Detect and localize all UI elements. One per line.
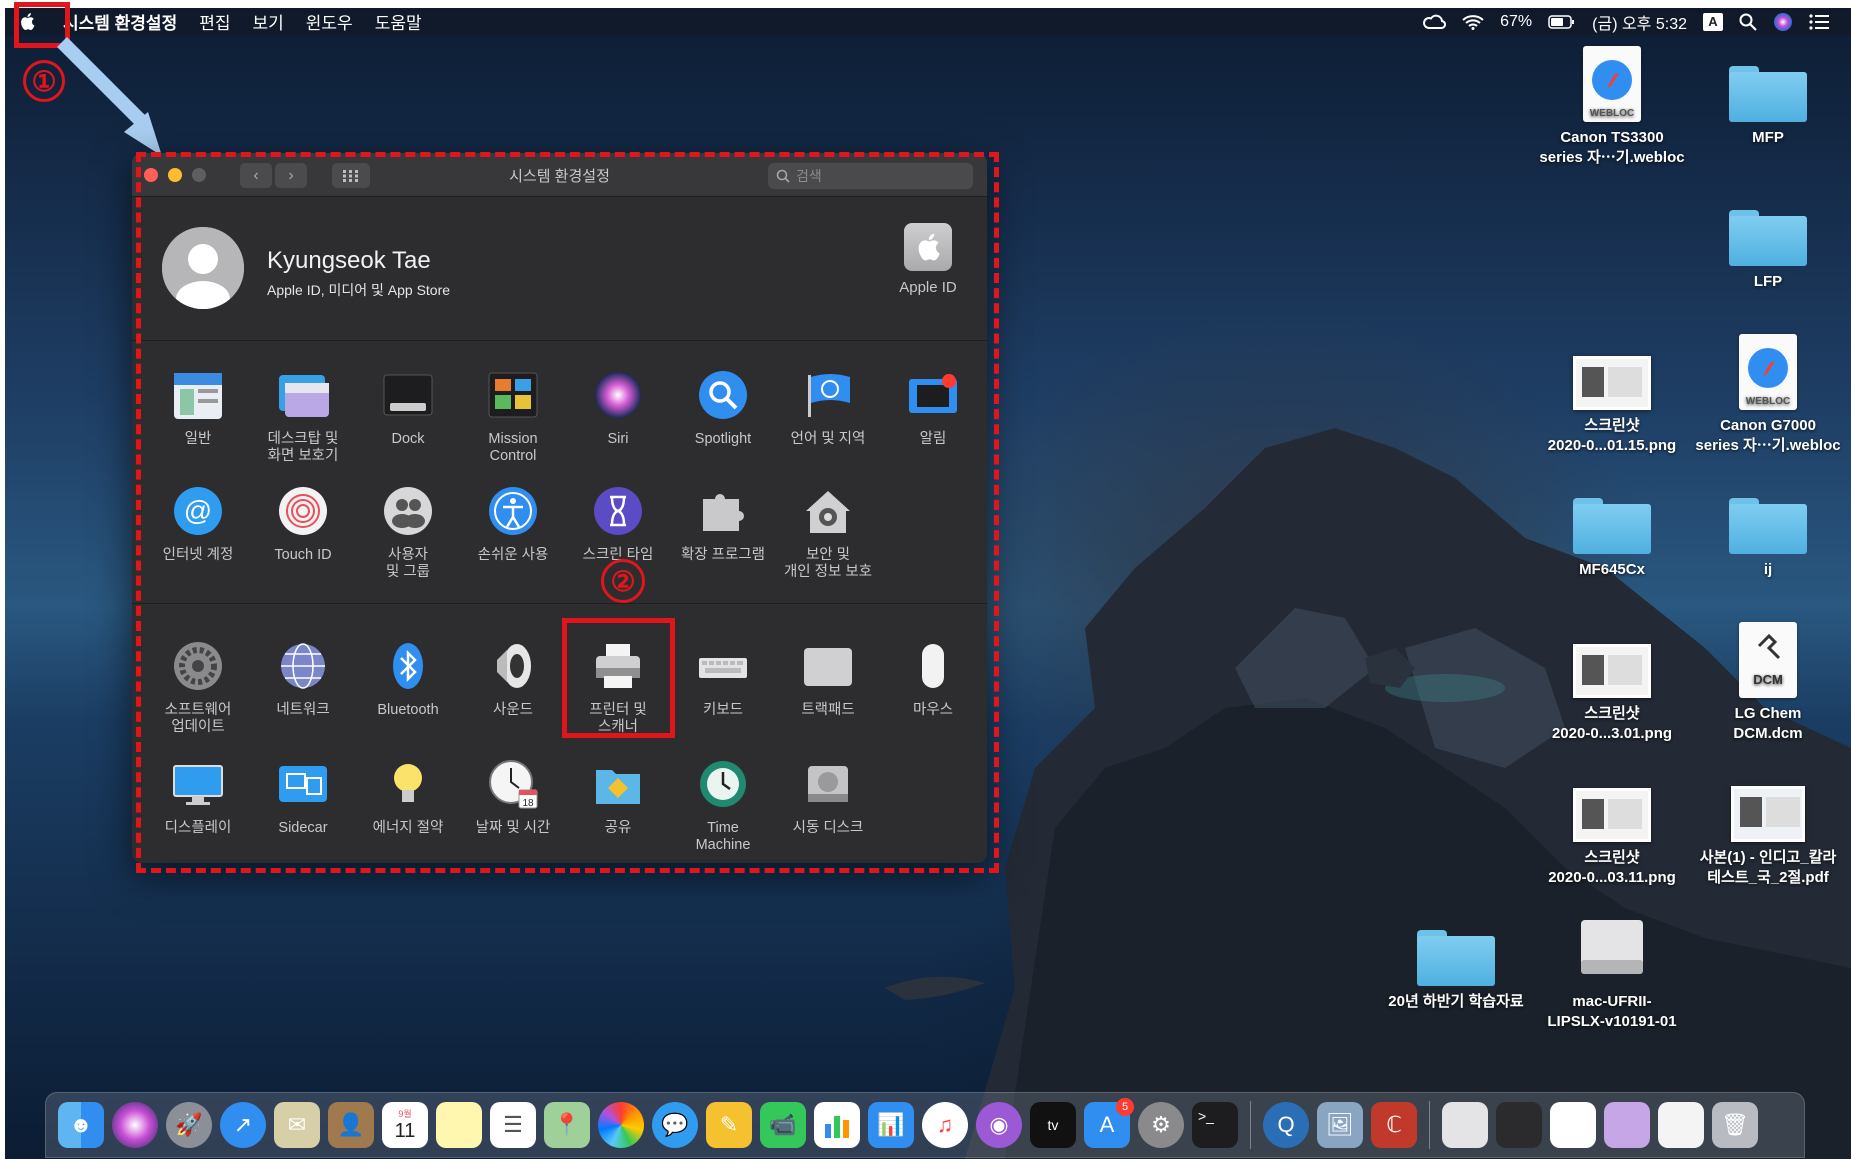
quicktime-icon[interactable]: Q: [1263, 1102, 1309, 1148]
desktop-file-lg-chem-dcm[interactable]: DCM LG Chem DCM.dcm: [1688, 616, 1848, 744]
menu-edit[interactable]: 편집: [199, 9, 230, 34]
messages-icon[interactable]: 💬: [652, 1102, 698, 1148]
desktop-screenshot-2[interactable]: 스크린샷 2020-0...3.01.png: [1532, 616, 1692, 744]
desktop-folder-ij[interactable]: ij: [1688, 472, 1848, 580]
downloads-stack-icon[interactable]: [1442, 1102, 1488, 1148]
desktop-screenshot-1[interactable]: 스크린샷 2020-0...01.15.png: [1532, 328, 1692, 456]
desktop-disk-image-ufrii[interactable]: mac-UFRII- LIPSLX-v10191-01: [1532, 904, 1692, 1032]
numbers-chart-icon[interactable]: [814, 1102, 860, 1148]
menu-help[interactable]: 도움말: [375, 9, 422, 34]
notes-icon[interactable]: [436, 1102, 482, 1148]
preview-icon[interactable]: 🖼: [1317, 1102, 1363, 1148]
screenshot-thumbnail-icon: [1573, 644, 1651, 698]
contacts-icon[interactable]: 👤: [328, 1102, 374, 1148]
svg-text:DCM: DCM: [1753, 672, 1783, 687]
screenshot-thumbnail-icon: [1573, 356, 1651, 410]
battery-icon[interactable]: [1548, 14, 1576, 29]
wifi-icon[interactable]: [1462, 14, 1484, 30]
step2-badge: ②: [601, 559, 645, 603]
folder-icon: [1729, 66, 1807, 122]
step1-arrow-icon: [57, 37, 162, 156]
folder-icon: [1573, 498, 1651, 554]
trash-icon[interactable]: 🗑: [1712, 1102, 1758, 1148]
app-store-icon[interactable]: A5: [1084, 1098, 1134, 1148]
dock-separator: [1429, 1101, 1430, 1149]
calendar-icon[interactable]: 9월 11: [382, 1102, 428, 1148]
folder-icon: [1729, 210, 1807, 266]
desktop-screenshot-3[interactable]: 스크린샷 2020-0...03.11.png: [1532, 760, 1692, 888]
reminders-icon[interactable]: ☰: [490, 1102, 536, 1148]
desktop-folder-mfp[interactable]: MFP: [1688, 40, 1848, 148]
launchpad-rocket-icon[interactable]: 🚀: [166, 1102, 212, 1148]
folder-icon: [1417, 930, 1495, 986]
step2-highlight-box: [562, 618, 675, 738]
desktop-folder-lfp[interactable]: LFP: [1688, 184, 1848, 292]
screenshot-stack-icon[interactable]: [1604, 1102, 1650, 1148]
spotlight-icon[interactable]: [1739, 13, 1757, 31]
dock-separator: [1250, 1101, 1251, 1149]
mail-stamp-icon[interactable]: ✉: [274, 1102, 320, 1148]
desktop-folder-mf645cx[interactable]: MF645Cx: [1532, 472, 1692, 580]
acrobat-icon[interactable]: ℂ: [1371, 1102, 1417, 1148]
desktop-folder-study-materials[interactable]: 20년 하반기 학습자료: [1376, 904, 1536, 1012]
menu-window[interactable]: 윈도우: [306, 9, 353, 34]
desktop-icon-canon-ts3300[interactable]: WEBLOC Canon TS3300 series 자⋯기.webloc: [1532, 40, 1692, 168]
podcasts-icon[interactable]: ◉: [976, 1102, 1022, 1148]
documents-stack-icon[interactable]: [1550, 1102, 1596, 1148]
keynote-icon[interactable]: 📊: [868, 1102, 914, 1148]
svg-text:WEBLOC: WEBLOC: [1746, 396, 1790, 407]
finder-icon[interactable]: ☻: [58, 1102, 104, 1148]
battery-percent[interactable]: 67%: [1500, 13, 1532, 31]
creative-cloud-icon[interactable]: [1422, 14, 1447, 30]
pdf-thumbnail-icon: [1731, 786, 1805, 842]
safari-compass-icon[interactable]: ↗: [220, 1102, 266, 1148]
menu-view[interactable]: 보기: [252, 9, 283, 34]
maps-icon[interactable]: 📍: [544, 1102, 590, 1148]
siri-icon[interactable]: [1773, 12, 1793, 32]
recent-stack-icon[interactable]: [1496, 1102, 1542, 1148]
webloc-icon: WEBLOC: [1583, 46, 1641, 122]
webloc-icon: WEBLOC: [1739, 334, 1797, 410]
dcm-file-icon: DCM: [1739, 622, 1797, 698]
terminal-icon[interactable]: >_: [1192, 1102, 1238, 1148]
svg-text:WEBLOC: WEBLOC: [1590, 108, 1634, 119]
menu-bar: 시스템 환경설정 편집 보기 윈도우 도움말 67% (금) 오후 5:32 A: [5, 8, 1851, 35]
desktop-file-indigo-pdf[interactable]: 사본(1) - 인디고_칼라 테스트_국_2절.pdf: [1688, 760, 1848, 888]
notification-center-icon[interactable]: [1809, 13, 1829, 30]
input-source-icon[interactable]: A: [1703, 12, 1723, 31]
desktop-icon-canon-g7000[interactable]: WEBLOC Canon G7000 series 자⋯기.webloc: [1688, 328, 1848, 456]
pdf-stack-icon[interactable]: [1658, 1102, 1704, 1148]
music-note-icon[interactable]: ♫: [922, 1102, 968, 1148]
menubar-clock[interactable]: (금) 오후 5:32: [1592, 10, 1687, 34]
apple-tv-icon[interactable]: tv: [1030, 1102, 1076, 1148]
siri-icon[interactable]: [112, 1102, 158, 1148]
app-store-badge: 5: [1116, 1098, 1134, 1116]
facetime-icon[interactable]: 📹: [760, 1102, 806, 1148]
screenshot-thumbnail-icon: [1573, 788, 1651, 842]
system-preferences-gear-icon[interactable]: ⚙: [1138, 1102, 1184, 1148]
disk-image-icon: [1581, 920, 1643, 974]
step1-window-highlight: [136, 152, 999, 873]
pages-icon[interactable]: ✎: [706, 1102, 752, 1148]
folder-icon: [1729, 498, 1807, 554]
dock: ☻ 🚀 ↗ ✉ 👤 9월 11 ☰ 📍 💬 ✎ 📹 📊 ♫ ◉ tv A5 ⚙ >…: [45, 1092, 1805, 1158]
photos-icon[interactable]: [598, 1102, 644, 1148]
